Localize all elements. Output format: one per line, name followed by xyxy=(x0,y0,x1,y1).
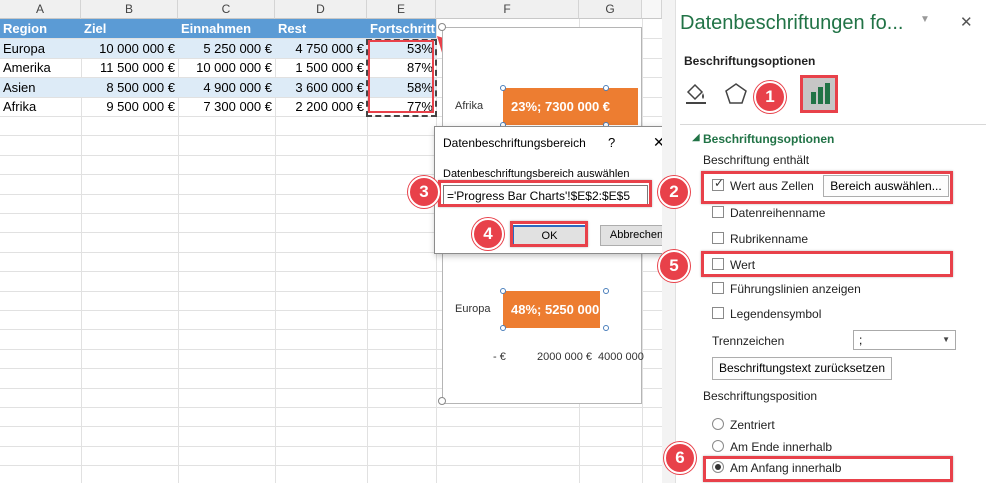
cell-region[interactable]: Europa xyxy=(0,39,81,58)
pane-splitter[interactable] xyxy=(662,0,676,483)
category-name-checkbox[interactable] xyxy=(712,232,724,244)
category-label: Afrika xyxy=(455,100,484,112)
pane-close-icon[interactable]: ✕ xyxy=(960,13,973,31)
format-data-labels-pane[interactable]: Datenbeschriftungen fo... ▼ ✕ Beschriftu… xyxy=(662,0,986,483)
grid-line xyxy=(0,465,662,466)
label-options-tab[interactable] xyxy=(800,75,838,113)
step-badge-1: 1 xyxy=(754,81,786,113)
value-from-cells-highlight xyxy=(701,171,953,204)
ok-button-highlight xyxy=(510,221,588,247)
label-contains-heading: Beschriftung enthält xyxy=(703,153,810,167)
section-collapse-icon[interactable]: ◢ xyxy=(692,132,700,143)
chevron-down-icon: ▼ xyxy=(942,335,950,344)
column-header-b[interactable]: B xyxy=(81,0,178,19)
x-tick-label: 4000 000 xyxy=(598,351,644,363)
x-tick-label: 2000 000 € xyxy=(537,351,593,363)
leader-lines-label[interactable]: Führungslinien anzeigen xyxy=(730,282,861,296)
fill-line-icon[interactable] xyxy=(684,82,708,106)
grid-line xyxy=(0,426,662,427)
leader-lines-checkbox[interactable] xyxy=(712,282,724,294)
cell-ziel[interactable]: 9 500 000 € xyxy=(81,97,178,116)
pane-options-dropdown-icon[interactable]: ▼ xyxy=(920,14,930,25)
series-name-label[interactable]: Datenreihenname xyxy=(730,206,825,220)
separator-select[interactable]: ; ▼ xyxy=(853,330,956,350)
cell-ziel[interactable]: 10 000 000 € xyxy=(81,39,178,58)
step-badge-4: 4 xyxy=(472,218,504,250)
position-inside-end-label[interactable]: Am Ende innerhalb xyxy=(730,440,832,454)
inside-base-highlight xyxy=(703,456,953,482)
label-selection-handle[interactable] xyxy=(500,288,506,294)
header-ziel[interactable]: Ziel xyxy=(81,19,178,38)
label-selection-handle[interactable] xyxy=(603,325,609,331)
cell-ziel[interactable]: 11 500 000 € xyxy=(81,58,178,77)
x-tick-label: - € xyxy=(493,351,506,363)
step-badge-3: 3 xyxy=(408,176,440,208)
category-name-label[interactable]: Rubrikenname xyxy=(730,232,808,246)
label-selection-handle[interactable] xyxy=(603,85,609,91)
cell-region[interactable]: Asien xyxy=(0,78,81,97)
pane-tab-label[interactable]: Beschriftungsoptionen xyxy=(684,54,815,68)
cell-einnahmen[interactable]: 10 000 000 € xyxy=(178,58,275,77)
bar-chart-icon xyxy=(811,83,830,104)
label-position-heading: Beschriftungsposition xyxy=(703,389,818,403)
pane-title: Datenbeschriftungen fo... xyxy=(680,12,904,34)
position-center-radio[interactable] xyxy=(712,418,724,430)
chart-bar[interactable]: 23%; 7300 000 € xyxy=(503,88,638,125)
label-selection-handle[interactable] xyxy=(500,85,506,91)
column-header-f[interactable]: F xyxy=(436,0,579,19)
dialog-title: Datenbeschriftungsbereich xyxy=(443,136,586,150)
chart-resize-handle[interactable] xyxy=(438,397,446,405)
cell-ziel[interactable]: 8 500 000 € xyxy=(81,78,178,97)
effects-icon[interactable] xyxy=(724,82,748,106)
section-title[interactable]: Beschriftungsoptionen xyxy=(703,132,834,146)
data-label[interactable]: 48%; 5250 000 € xyxy=(511,302,600,317)
grid-line xyxy=(0,446,662,447)
data-label[interactable]: 23%; 7300 000 € xyxy=(511,99,610,114)
column-header-g[interactable]: G xyxy=(579,0,642,19)
cell-rest[interactable]: 3 600 000 € xyxy=(275,78,367,97)
column-header-e[interactable]: E xyxy=(367,0,436,19)
chart-bar[interactable]: 48%; 5250 000 € xyxy=(503,291,600,328)
separator-label: Trennzeichen xyxy=(712,334,785,348)
step-badge-6: 6 xyxy=(664,442,696,474)
cell-einnahmen[interactable]: 4 900 000 € xyxy=(178,78,275,97)
label-selection-handle[interactable] xyxy=(603,288,609,294)
separator-value: ; xyxy=(859,333,863,347)
legend-key-label[interactable]: Legendensymbol xyxy=(730,307,821,321)
column-header-c[interactable]: C xyxy=(178,0,275,19)
cell-rest[interactable]: 1 500 000 € xyxy=(275,58,367,77)
position-inside-end-radio[interactable] xyxy=(712,440,724,452)
legend-key-checkbox[interactable] xyxy=(712,307,724,319)
range-input-highlight xyxy=(438,180,652,207)
cell-region[interactable]: Amerika xyxy=(0,58,81,77)
scrollbar-vertical[interactable] xyxy=(642,0,662,19)
divider xyxy=(680,124,986,125)
column-header-a[interactable]: A xyxy=(0,0,81,19)
grid-line xyxy=(0,407,662,408)
reset-label-text-button[interactable]: Beschriftungstext zurücksetzen xyxy=(712,357,892,380)
label-selection-handle[interactable] xyxy=(500,325,506,331)
cell-region[interactable]: Afrika xyxy=(0,97,81,116)
position-center-label[interactable]: Zentriert xyxy=(730,418,775,432)
series-name-checkbox[interactable] xyxy=(712,206,724,218)
step-badge-5: 5 xyxy=(658,250,690,282)
category-label: Europa xyxy=(455,303,491,315)
header-rest[interactable]: Rest xyxy=(275,19,367,38)
header-region[interactable]: Region xyxy=(0,19,81,38)
cell-einnahmen[interactable]: 5 250 000 € xyxy=(178,39,275,58)
chart-resize-handle[interactable] xyxy=(438,23,446,31)
cell-rest[interactable]: 2 200 000 € xyxy=(275,97,367,116)
value-option-highlight xyxy=(701,251,953,277)
dialog-prompt: Datenbeschriftungsbereich auswählen xyxy=(443,168,630,180)
help-icon[interactable]: ? xyxy=(608,135,615,150)
header-einnahmen[interactable]: Einnahmen xyxy=(178,19,275,38)
cell-rest[interactable]: 4 750 000 € xyxy=(275,39,367,58)
cell-einnahmen[interactable]: 7 300 000 € xyxy=(178,97,275,116)
column-header-d[interactable]: D xyxy=(275,0,367,19)
step-badge-2: 2 xyxy=(658,176,690,208)
